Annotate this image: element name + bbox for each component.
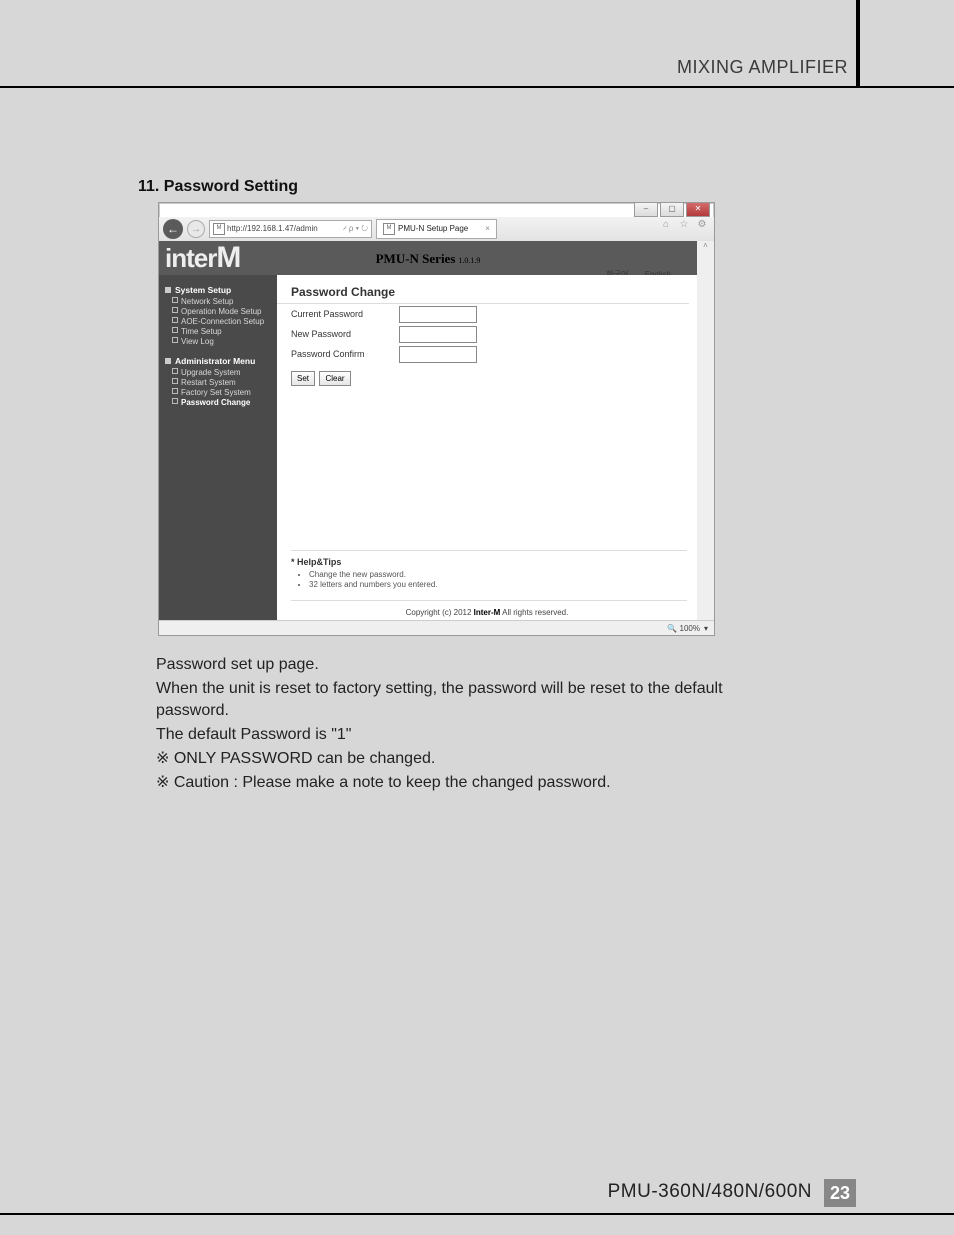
footer-model: PMU-360N/480N/600N: [608, 1181, 812, 1203]
sidebar-nav: System Setup Network Setup Operation Mod…: [159, 275, 289, 621]
favicon-icon: M: [213, 223, 225, 235]
content-title: Password Change: [277, 275, 689, 304]
desc-line: When the unit is reset to factory settin…: [156, 678, 776, 722]
help-item: Change the new password.: [309, 570, 687, 579]
header-rule: [0, 86, 954, 88]
set-button[interactable]: Set: [291, 371, 315, 386]
minimize-button[interactable]: –: [634, 202, 658, 217]
content-panel: Password Change Current Password New Pas…: [277, 275, 697, 621]
url-text: http://192.168.1.47/admin: [227, 221, 318, 237]
web-page: interM PMU-N Series1.0.1.9 한국어 English S…: [159, 241, 697, 635]
help-tips: * Help&Tips Change the new password. 32 …: [291, 550, 687, 601]
copyright-line: Copyright (c) 2012 Inter-M All rights re…: [277, 608, 697, 617]
series-title: PMU-N Series1.0.1.9: [159, 251, 697, 267]
browser-statusbar: 🔍 100% ▾: [159, 620, 714, 635]
document-header: MIXING AMPLIFIER: [677, 57, 848, 78]
footer-page-number: 23: [824, 1179, 856, 1207]
input-current-password[interactable]: [399, 306, 477, 323]
sidebar-item-upgrade[interactable]: Upgrade System: [172, 368, 283, 377]
sidebar-item-factory[interactable]: Factory Set System: [172, 388, 283, 397]
zoom-dropdown-icon[interactable]: ▾: [704, 624, 708, 633]
row-current-password: Current Password: [277, 304, 697, 324]
button-row: Set Clear: [277, 364, 697, 386]
favorites-icon[interactable]: ☆: [678, 219, 690, 231]
address-bar[interactable]: M http://192.168.1.47/admin 𝄍 ρ ▾ ↻: [209, 220, 372, 238]
header-rule-stub: [856, 0, 860, 88]
maximize-button[interactable]: ▢: [660, 202, 684, 217]
sidebar-item-time[interactable]: Time Setup: [172, 327, 283, 336]
sidebar-item-aoe[interactable]: AOE-Connection Setup: [172, 317, 283, 326]
toolbar-right-icons: ⌂ ☆ ⚙: [660, 219, 708, 231]
description-text: Password set up page. When the unit is r…: [156, 654, 776, 796]
sidebar-item-restart[interactable]: Restart System: [172, 378, 283, 387]
browser-tab[interactable]: M PMU-N Setup Page ×: [376, 219, 497, 239]
footer-rule: [0, 1213, 954, 1215]
back-button[interactable]: ←: [163, 219, 183, 239]
sidebar-item-viewlog[interactable]: View Log: [172, 337, 283, 346]
desc-line: The default Password is "1": [156, 724, 776, 746]
browser-window: – ▢ ✕ ← → M http://192.168.1.47/admin 𝄍 …: [158, 202, 715, 636]
arrow-right-icon: →: [191, 224, 201, 235]
zoom-indicator[interactable]: 🔍 100%: [667, 624, 700, 633]
sidebar-group-admin: Administrator Menu: [165, 356, 283, 366]
desc-line: ※ ONLY PASSWORD can be changed.: [156, 748, 776, 770]
home-icon[interactable]: ⌂: [660, 219, 672, 231]
desc-line: Password set up page.: [156, 654, 776, 676]
clear-button[interactable]: Clear: [319, 371, 350, 386]
help-title: * Help&Tips: [291, 557, 687, 567]
row-confirm-password: Password Confirm: [277, 344, 697, 364]
sidebar-group-system: System Setup: [165, 285, 283, 295]
address-controls-icon: 𝄍 ρ ▾ ↻: [343, 221, 368, 237]
arrow-left-icon: ←: [167, 222, 179, 236]
settings-icon[interactable]: ⚙: [696, 219, 708, 231]
sidebar-item-network[interactable]: Network Setup: [172, 297, 283, 306]
input-confirm-password[interactable]: [399, 346, 477, 363]
vertical-scrollbar[interactable]: ˄ ˅: [696, 241, 714, 635]
browser-toolbar: ← → M http://192.168.1.47/admin 𝄍 ρ ▾ ↻ …: [159, 217, 714, 242]
window-controls: – ▢ ✕: [634, 202, 710, 215]
tab-favicon-icon: M: [383, 223, 395, 235]
desc-line: ※ Caution : Please make a note to keep t…: [156, 772, 776, 794]
sidebar-item-opmode[interactable]: Operation Mode Setup: [172, 307, 283, 316]
label-confirm-password: Password Confirm: [291, 349, 399, 359]
scroll-up-icon[interactable]: ˄: [697, 241, 714, 255]
forward-button[interactable]: →: [187, 220, 205, 238]
label-new-password: New Password: [291, 329, 399, 339]
tab-close-icon[interactable]: ×: [485, 221, 490, 237]
input-new-password[interactable]: [399, 326, 477, 343]
section-heading: 11. Password Setting: [138, 178, 298, 196]
sidebar-item-password[interactable]: Password Change: [172, 398, 283, 407]
help-item: 32 letters and numbers you entered.: [309, 580, 687, 589]
row-new-password: New Password: [277, 324, 697, 344]
close-button[interactable]: ✕: [686, 202, 710, 217]
tab-title: PMU-N Setup Page: [398, 221, 468, 237]
label-current-password: Current Password: [291, 309, 399, 319]
